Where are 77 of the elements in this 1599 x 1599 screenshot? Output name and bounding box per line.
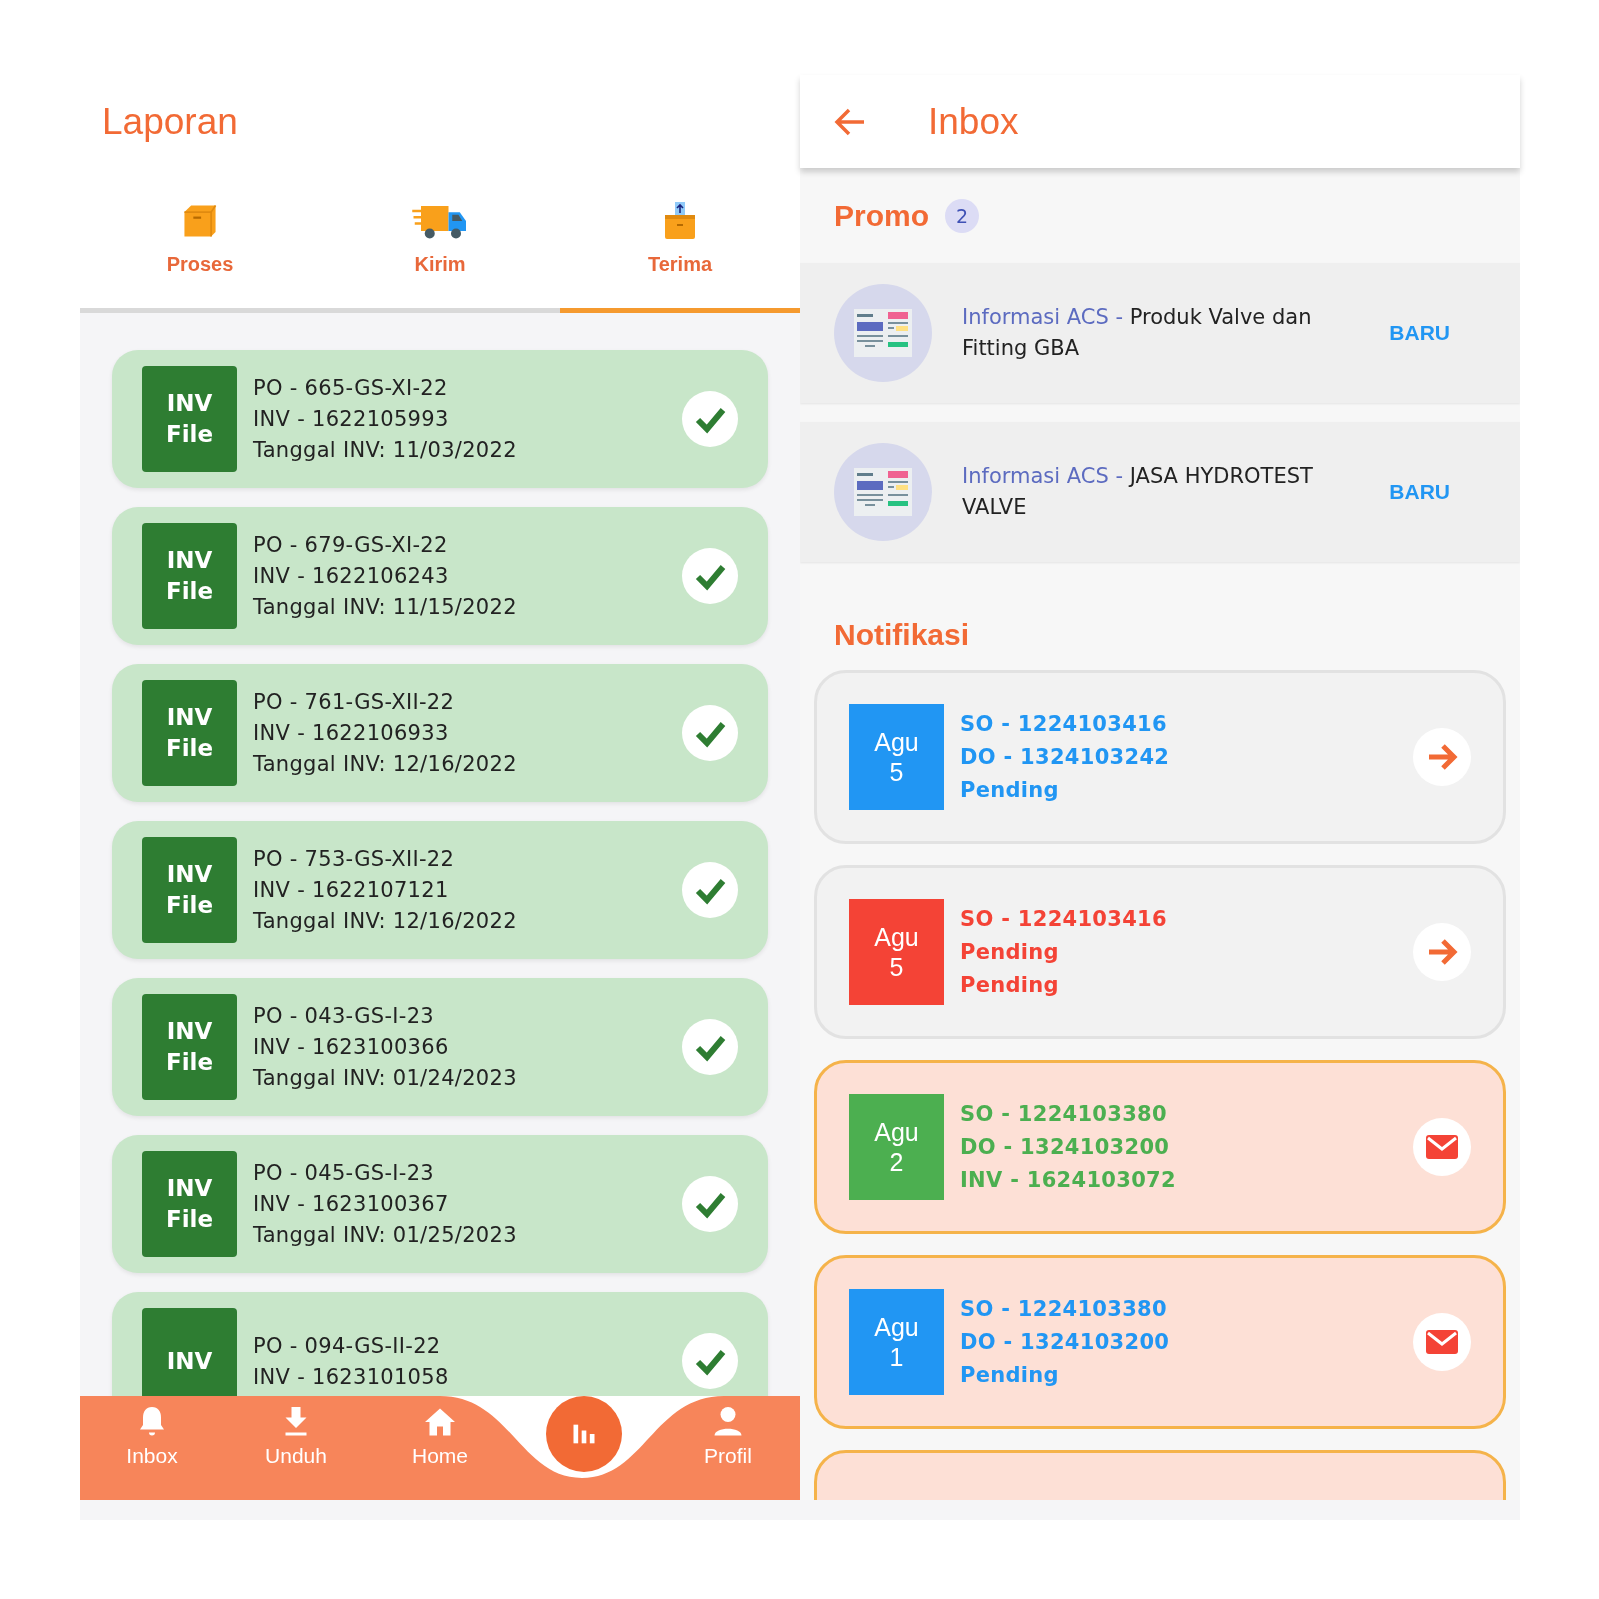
date-badge: Agu 2 (849, 1094, 944, 1200)
notification-line: SO - 1224103416 (960, 712, 1168, 736)
page-title: Inbox (928, 100, 1019, 143)
promo-title: Informasi ACS - Produk Valve dan Fitting GBA (962, 304, 1313, 362)
invoice-number: INV - 1622106933 (253, 721, 450, 745)
notification-line: SO - 1224103416 (960, 907, 1168, 931)
invoice-number: INV - 1622105993 (253, 407, 450, 431)
promo-item[interactable]: Informasi ACS - JASA HYDROTEST VALVE BARU (800, 422, 1520, 562)
invoice-date: Tanggal INV: 12/16/2022 (253, 909, 518, 933)
promo-title: Informasi ACS - JASA HYDROTEST VALVE (962, 463, 1314, 521)
invoice-number: INV - 1623100367 (253, 1192, 450, 1216)
po-number: PO - 679-GS-XI-22 (253, 533, 449, 557)
page-title: Laporan (102, 100, 238, 143)
file-badge: INV File (142, 994, 237, 1100)
invoice-card[interactable]: INV File PO - 761-GS-XII-22 INV - 1622106933 Tanggal INV: 12/16/2022 (112, 664, 768, 802)
notification-card[interactable]: Agu 5 SO - 1224103416 DO - 1324103242 Pending (814, 670, 1506, 844)
box-icon (662, 200, 698, 241)
file-badge: INV File (142, 1151, 237, 1257)
date-badge: Agu 5 (849, 899, 944, 1005)
new-label: BARU (1389, 321, 1450, 345)
mail-icon[interactable] (1413, 1313, 1471, 1371)
notification-card[interactable]: Agu 2 SO - 1224103380 DO - 1324103200 INV - 1624103072 (814, 1060, 1506, 1234)
invoice-date: Tanggal INV: 01/25/2023 (253, 1223, 518, 1247)
notification-line: Pending (960, 1363, 1060, 1387)
notification-line: DO - 1324103200 (960, 1330, 1171, 1354)
invoice-card[interactable]: INV PO - 094-GS-II-22 INV - 1623101058 (112, 1292, 768, 1396)
notification-line: Pending (960, 778, 1060, 802)
file-badge: INV File (142, 366, 237, 472)
tab[interactable]: Proses (80, 168, 320, 313)
notification-card[interactable]: Agu 1 SO - 1224103380 DO - 1324103200 Pending (814, 1255, 1506, 1429)
invoice-card[interactable]: INV File PO - 665-GS-XI-22 INV - 1622105993 Tanggal INV: 11/03/2022 (112, 350, 768, 488)
invoice-date: Tanggal INV: 12/16/2022 (253, 752, 518, 776)
nav-item[interactable]: Profil (704, 1396, 752, 1500)
notification-line: DO - 1324103242 (960, 745, 1171, 769)
date-badge: Agu 1 (849, 1289, 944, 1395)
invoice-date: Tanggal INV: 01/24/2023 (253, 1066, 518, 1090)
count-badge: 2 (945, 198, 979, 233)
new-label: BARU (1389, 480, 1450, 504)
invoice-date: Tanggal INV: 11/03/2022 (253, 438, 518, 462)
tab[interactable]: Kirim (320, 168, 560, 313)
notification-card[interactable]: Agu 5 SO - 1224103416 Pending Pending (814, 865, 1506, 1039)
newspaper-icon (853, 308, 913, 358)
notification-line: SO - 1224103380 (960, 1297, 1168, 1321)
notification-line: DO - 1324103200 (960, 1135, 1171, 1159)
notification-line: Pending (960, 940, 1060, 964)
file-badge: INV File (142, 680, 237, 786)
invoice-card[interactable]: INV File PO - 045-GS-I-23 INV - 1623100367 Tanggal INV: 01/25/2023 (112, 1135, 768, 1273)
mail-icon[interactable] (1413, 1118, 1471, 1176)
promo-item[interactable]: Informasi ACS - Produk Valve dan Fitting GBA BARU (800, 263, 1520, 403)
po-number: PO - 094-GS-II-22 (253, 1333, 442, 1358)
po-number: PO - 043-GS-I-23 (253, 1004, 436, 1028)
notification-line: Pending (960, 973, 1060, 997)
invoice-card[interactable]: INV File PO - 043-GS-I-23 INV - 1623100366 Tanggal INV: 01/24/2023 (112, 978, 768, 1116)
newspaper-icon (853, 467, 913, 517)
nav-item[interactable]: Inbox (126, 1396, 178, 1500)
invoice-number: INV - 1622107121 (253, 878, 450, 902)
invoice-number: INV - 1623100366 (253, 1035, 450, 1059)
invoice-card[interactable]: INV File PO - 753-GS-XII-22 INV - 1622107121 Tanggal INV: 12/16/2022 (112, 821, 768, 959)
file-badge: INV File (142, 837, 237, 943)
invoice-card[interactable]: INV File PO - 679-GS-XI-22 INV - 1622106243 Tanggal INV: 11/15/2022 (112, 507, 768, 645)
invoice-date: Tanggal INV: 11/15/2022 (253, 595, 518, 619)
invoice-number: INV - 1623101058 (253, 1364, 450, 1389)
po-number: PO - 761-GS-XII-22 (253, 690, 456, 714)
notification-line: SO - 1224103380 (960, 1102, 1168, 1126)
file-badge: INV (142, 1308, 237, 1396)
po-number: PO - 753-GS-XII-22 (253, 847, 456, 871)
section-heading: Promo (834, 198, 929, 233)
date-badge: Agu 5 (849, 704, 944, 810)
section-heading: Notifikasi (834, 618, 970, 652)
invoice-number: INV - 1622106243 (253, 564, 450, 588)
nav-item[interactable]: Unduh (265, 1396, 327, 1500)
nav-item[interactable]: Home (412, 1396, 468, 1500)
notification-line: INV - 1624103072 (960, 1168, 1177, 1192)
po-number: PO - 665-GS-XI-22 (253, 376, 449, 400)
po-number: PO - 045-GS-I-23 (253, 1161, 436, 1185)
file-badge: INV File (142, 523, 237, 629)
stats-button[interactable] (546, 1396, 622, 1472)
